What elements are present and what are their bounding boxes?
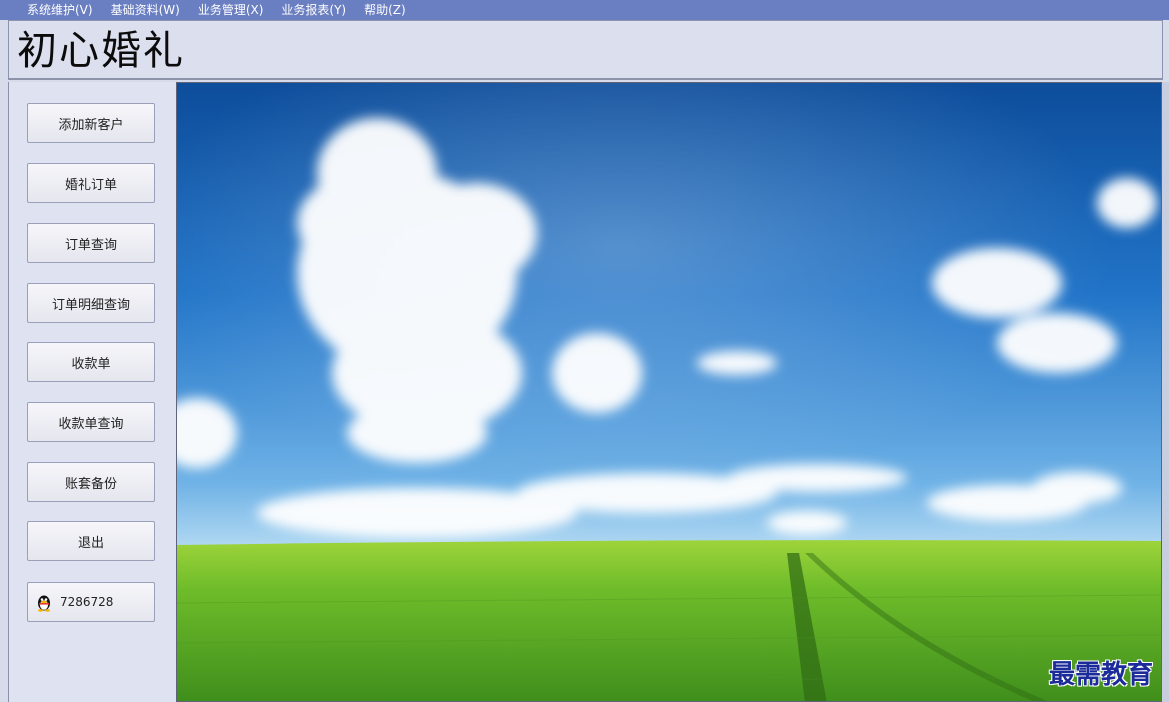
qq-penguin-icon xyxy=(38,595,50,612)
sidebar: 添加新客户 婚礼订单 订单查询 订单明细查询 收款单 收款单查询 账套备份 退出… xyxy=(8,82,177,702)
account-backup-button[interactable]: 账套备份 xyxy=(27,462,155,502)
menu-business-management[interactable]: 业务管理(X) xyxy=(198,0,272,20)
receipt-button[interactable]: 收款单 xyxy=(27,342,155,382)
background-landscape-image: 最需教育 xyxy=(176,82,1162,702)
app-title: 初心婚礼 xyxy=(17,28,185,74)
sky-grass-scene xyxy=(177,83,1161,701)
qq-number: 7286728 xyxy=(60,595,114,609)
title-banner: 初心婚礼 xyxy=(8,20,1163,80)
window-right-edge xyxy=(1162,82,1169,702)
watermark: 最需教育 xyxy=(1048,660,1153,690)
menu-basic-data[interactable]: 基础资料(W) xyxy=(111,0,188,20)
wedding-order-button[interactable]: 婚礼订单 xyxy=(27,163,155,203)
exit-button[interactable]: 退出 xyxy=(27,521,155,561)
order-detail-query-button[interactable]: 订单明细查询 xyxy=(27,283,155,323)
menu-bar: 系统维护(V) 基础资料(W) 业务管理(X) 业务报表(Y) 帮助(Z) xyxy=(0,0,1169,20)
add-customer-button[interactable]: 添加新客户 xyxy=(27,103,155,143)
menu-help[interactable]: 帮助(Z) xyxy=(364,0,414,20)
receipt-query-button[interactable]: 收款单查询 xyxy=(27,402,155,442)
menu-system-maintenance[interactable]: 系统维护(V) xyxy=(27,0,101,20)
order-query-button[interactable]: 订单查询 xyxy=(27,223,155,263)
qq-contact-button[interactable]: 7286728 xyxy=(27,582,155,622)
menu-business-reports[interactable]: 业务报表(Y) xyxy=(281,0,354,20)
